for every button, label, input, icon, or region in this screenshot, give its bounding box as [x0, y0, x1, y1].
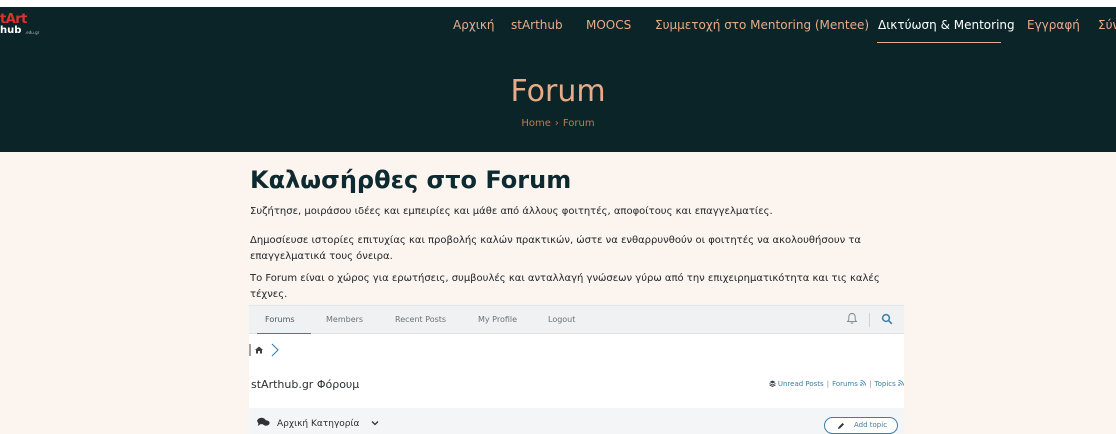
forum-content: stArthub.gr Φόρουμ Unread Posts | Forums |…: [249, 334, 904, 408]
search-icon[interactable]: [881, 313, 893, 325]
home-icon[interactable]: [249, 342, 283, 358]
page-title: Forum: [510, 74, 606, 109]
rss-icon: [860, 380, 867, 386]
forum-menu-bar: Forums Members Recent Posts My Profile L…: [249, 305, 904, 335]
tab-forums[interactable]: Forums: [265, 315, 295, 324]
topics-feed-link[interactable]: Topics: [875, 380, 896, 388]
add-topic-label: Add topic: [854, 421, 888, 429]
stack-icon: [768, 380, 776, 387]
intro-paragraph-3: Το Forum είναι ο χώρος για ερωτήσεις, συ…: [250, 273, 880, 300]
nav-item-moocs[interactable]: MOOCS: [586, 18, 631, 32]
menu-divider: [869, 313, 870, 327]
logo-text-3: .edu.gr: [25, 30, 40, 35]
tab-logout[interactable]: Logout: [548, 315, 575, 324]
nav-item-mentoring-mentee[interactable]: Συμμετοχή στο Mentoring (Mentee): [655, 18, 869, 32]
category-bar: Αρχική Κατηγορία Add topic: [249, 408, 904, 434]
chevron-down-icon[interactable]: [371, 420, 379, 426]
tab-members[interactable]: Members: [326, 315, 363, 324]
nav-item-starthub[interactable]: stArthub: [511, 18, 563, 32]
logo-text-2: hub: [0, 25, 22, 36]
welcome-heading: Καλωσήρθες στο Forum: [250, 166, 572, 194]
breadcrumb-home[interactable]: Home: [521, 118, 551, 129]
intro-paragraph-2: Δημοσίευσε ιστορίες επιτυχίας και προβολ…: [250, 235, 862, 262]
forums-feed-link[interactable]: Forums: [832, 380, 858, 388]
nav-item-home[interactable]: Αρχική: [453, 18, 495, 32]
top-strip: [0, 0, 1116, 7]
bell-icon[interactable]: [846, 312, 858, 325]
site-header: tArt hub .edu.gr Αρχική stArthub MOOCS Σ…: [0, 7, 1116, 152]
nav-item-overflow[interactable]: Σύν: [1098, 18, 1116, 32]
unread-posts-link[interactable]: Unread Posts: [778, 380, 824, 388]
breadcrumb-separator: ›: [554, 118, 559, 129]
chat-bubbles-icon: [257, 417, 270, 426]
nav-item-networking-mentoring[interactable]: Δικτύωση & Mentoring: [878, 18, 1015, 32]
tab-recent-posts[interactable]: Recent Posts: [395, 315, 446, 324]
intro-paragraph-1: Συζήτησε, μοιράσου ιδέες και εμπειρίες κ…: [250, 206, 773, 217]
breadcrumb-current: Forum: [562, 118, 595, 129]
rss-icon: [898, 380, 904, 386]
pencil-icon: [838, 423, 844, 429]
site-logo[interactable]: tArt hub .edu.gr: [0, 10, 60, 50]
tab-my-profile[interactable]: My Profile: [478, 315, 517, 324]
forum-quick-links: Unread Posts | Forums | Topics: [768, 380, 904, 388]
nav-active-underline: [877, 42, 1001, 43]
forum-title: stArthub.gr Φόρουμ: [251, 378, 360, 391]
add-topic-button[interactable]: Add topic: [824, 417, 898, 434]
category-label[interactable]: Αρχική Κατηγορία: [277, 419, 359, 429]
breadcrumb: Home › Forum: [0, 118, 1116, 129]
nav-item-register[interactable]: Εγγραφή: [1027, 18, 1080, 32]
forum-breadcrumb: [249, 342, 283, 358]
